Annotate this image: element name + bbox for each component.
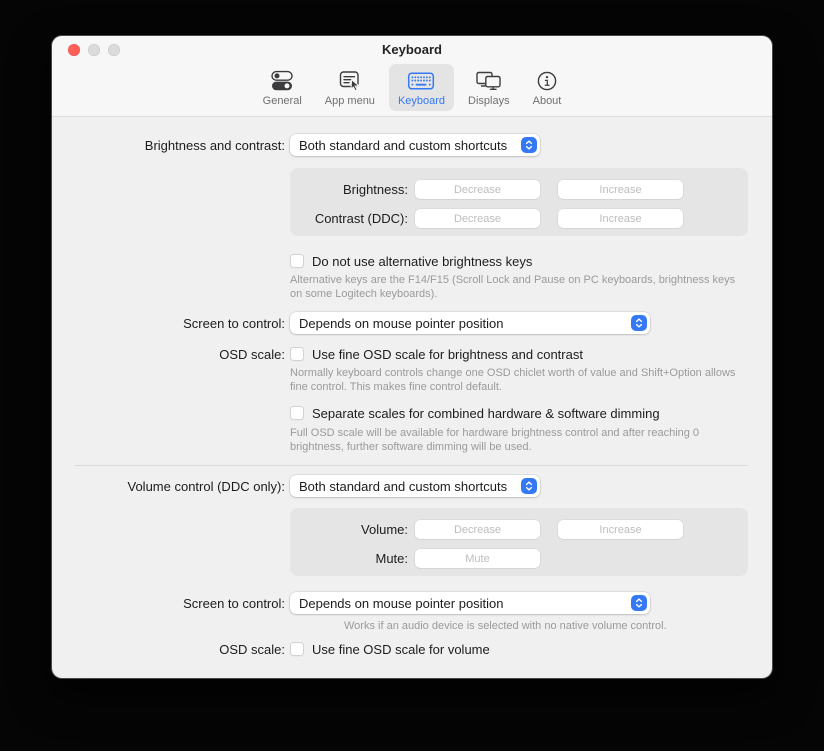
chevron-up-down-icon bbox=[521, 137, 537, 153]
tab-general[interactable]: General bbox=[254, 64, 311, 111]
preferences-window: Keyboard General bbox=[52, 36, 772, 678]
section-divider bbox=[75, 465, 748, 466]
mute-label: Mute: bbox=[290, 551, 408, 566]
fine-osd-brightness-label: Use fine OSD scale for brightness and co… bbox=[312, 347, 583, 362]
volume-osd-label: OSD scale: bbox=[52, 642, 285, 657]
volume-label: Volume: bbox=[290, 522, 408, 537]
separate-scales-label: Separate scales for combined hardware & … bbox=[312, 406, 660, 421]
brightness-mode-value: Both standard and custom shortcuts bbox=[299, 138, 515, 153]
minimize-button[interactable] bbox=[88, 44, 100, 56]
fine-osd-brightness-help: Normally keyboard controls change one OS… bbox=[290, 367, 750, 395]
traffic-lights bbox=[68, 44, 120, 56]
fine-osd-volume-label: Use fine OSD scale for volume bbox=[312, 642, 490, 657]
tab-app-menu[interactable]: App menu bbox=[316, 64, 384, 111]
brightness-osd-label: OSD scale: bbox=[52, 347, 285, 362]
chevron-up-down-icon bbox=[631, 315, 647, 331]
brightness-screen-value: Depends on mouse pointer position bbox=[299, 316, 625, 331]
alt-brightness-keys-row: Do not use alternative brightness keys bbox=[290, 253, 532, 269]
separate-scales-help: Full OSD scale will be available for har… bbox=[290, 427, 750, 455]
brightness-mode-label: Brightness and contrast: bbox=[52, 138, 285, 153]
volume-mode-row: Volume control (DDC only): Both standard… bbox=[52, 475, 540, 497]
brightness-screen-row: Screen to control: Depends on mouse poin… bbox=[52, 312, 650, 334]
volume-screen-label: Screen to control: bbox=[52, 596, 285, 611]
close-button[interactable] bbox=[68, 44, 80, 56]
volume-mode-value: Both standard and custom shortcuts bbox=[299, 479, 515, 494]
brightness-buttons-row: Brightness: Decrease Increase bbox=[290, 180, 683, 199]
brightness-screen-label: Screen to control: bbox=[52, 316, 285, 331]
zoom-button[interactable] bbox=[108, 44, 120, 56]
tab-keyboard-label: Keyboard bbox=[398, 95, 445, 107]
tab-displays-label: Displays bbox=[468, 95, 510, 107]
chevron-up-down-icon bbox=[521, 478, 537, 494]
info-icon bbox=[536, 68, 558, 93]
contrast-label: Contrast (DDC): bbox=[290, 211, 408, 226]
window-title: Keyboard bbox=[382, 42, 442, 57]
mute-button[interactable]: Mute bbox=[415, 549, 540, 568]
tab-about-label: About bbox=[533, 95, 562, 107]
alt-brightness-keys-help: Alternative keys are the F14/F15 (Scroll… bbox=[290, 274, 750, 302]
brightness-mode-row: Brightness and contrast: Both standard a… bbox=[52, 134, 540, 156]
brightness-screen-popup[interactable]: Depends on mouse pointer position bbox=[290, 312, 650, 334]
volume-osd-row: OSD scale: Use fine OSD scale for volume bbox=[52, 641, 490, 657]
brightness-decrease-button[interactable]: Decrease bbox=[415, 180, 540, 199]
toolbar: General App menu bbox=[52, 63, 772, 111]
volume-screen-popup[interactable]: Depends on mouse pointer position bbox=[290, 592, 650, 614]
alt-brightness-keys-label: Do not use alternative brightness keys bbox=[312, 254, 532, 269]
keyboard-icon bbox=[407, 68, 435, 93]
keyboard-pane: Brightness and contrast: Both standard a… bbox=[52, 117, 772, 677]
displays-icon bbox=[475, 68, 502, 93]
volume-buttons-row: Volume: Decrease Increase bbox=[290, 520, 683, 539]
tab-about[interactable]: About bbox=[524, 64, 571, 111]
fine-osd-volume-checkbox[interactable] bbox=[290, 642, 304, 656]
mute-button-row: Mute: Mute bbox=[290, 549, 540, 568]
contrast-increase-button[interactable]: Increase bbox=[558, 209, 683, 228]
volume-decrease-button[interactable]: Decrease bbox=[415, 520, 540, 539]
desktop-background: Keyboard General bbox=[0, 0, 824, 751]
tab-displays[interactable]: Displays bbox=[459, 64, 519, 111]
tab-general-label: General bbox=[263, 95, 302, 107]
volume-screen-help: Works if an audio device is selected wit… bbox=[344, 620, 764, 634]
volume-increase-button[interactable]: Increase bbox=[558, 520, 683, 539]
menu-cursor-icon bbox=[338, 68, 362, 93]
volume-screen-value: Depends on mouse pointer position bbox=[299, 596, 625, 611]
separate-scales-row: Separate scales for combined hardware & … bbox=[290, 405, 660, 421]
brightness-osd-row: OSD scale: Use fine OSD scale for bright… bbox=[52, 346, 583, 362]
alt-brightness-keys-checkbox[interactable] bbox=[290, 254, 304, 268]
brightness-increase-button[interactable]: Increase bbox=[558, 180, 683, 199]
fine-osd-brightness-checkbox[interactable] bbox=[290, 347, 304, 361]
brightness-buttons-panel: Brightness: Decrease Increase Contrast (… bbox=[290, 168, 748, 236]
window-header: Keyboard General bbox=[52, 36, 772, 117]
contrast-decrease-button[interactable]: Decrease bbox=[415, 209, 540, 228]
volume-buttons-panel: Volume: Decrease Increase Mute: Mute bbox=[290, 508, 748, 576]
tab-keyboard[interactable]: Keyboard bbox=[389, 64, 454, 111]
titlebar: Keyboard bbox=[52, 36, 772, 63]
volume-mode-label: Volume control (DDC only): bbox=[52, 479, 285, 494]
chevron-up-down-icon bbox=[631, 595, 647, 611]
tab-app-menu-label: App menu bbox=[325, 95, 375, 107]
volume-mode-popup[interactable]: Both standard and custom shortcuts bbox=[290, 475, 540, 497]
brightness-mode-popup[interactable]: Both standard and custom shortcuts bbox=[290, 134, 540, 156]
toggles-icon bbox=[270, 68, 294, 93]
brightness-label: Brightness: bbox=[290, 182, 408, 197]
volume-screen-row: Screen to control: Depends on mouse poin… bbox=[52, 592, 650, 614]
contrast-buttons-row: Contrast (DDC): Decrease Increase bbox=[290, 209, 683, 228]
separate-scales-checkbox[interactable] bbox=[290, 406, 304, 420]
